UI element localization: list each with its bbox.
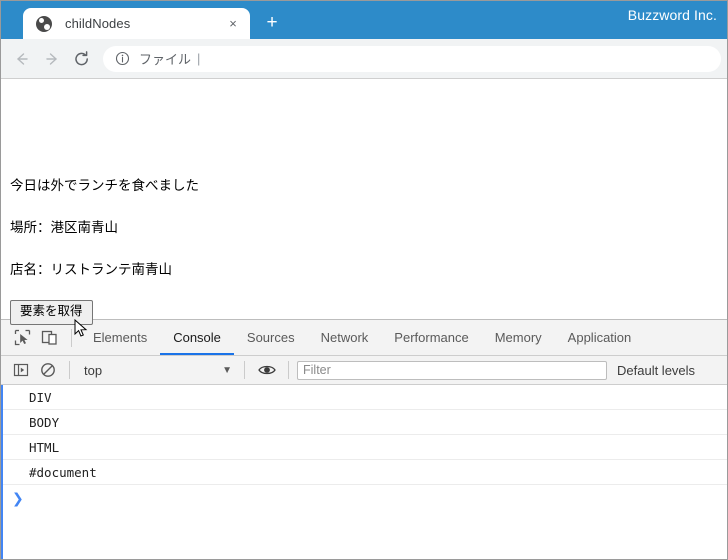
console-toolbar-divider-1 bbox=[69, 361, 70, 379]
browser-toolbar: ファイル | bbox=[1, 39, 727, 79]
tab-title: childNodes bbox=[65, 16, 131, 31]
console-accent-bar bbox=[1, 385, 3, 559]
prompt-arrow-icon: ❯ bbox=[12, 491, 24, 507]
brand-label: Buzzword Inc. bbox=[627, 7, 717, 23]
live-expression-icon[interactable] bbox=[253, 357, 280, 383]
forward-arrow-icon[interactable] bbox=[37, 45, 67, 73]
browser-titlebar: childNodes × + Buzzword Inc. bbox=[1, 1, 727, 39]
close-icon[interactable]: × bbox=[224, 15, 242, 33]
page-content: 今日は外でランチを食べました 場所：港区南青山 店名：リストランテ南青山 要素を… bbox=[1, 79, 727, 337]
console-context-label: top bbox=[84, 362, 103, 378]
address-text: ファイル bbox=[139, 52, 192, 67]
console-context-selector[interactable]: top ▼ bbox=[78, 363, 236, 378]
console-input-line[interactable]: ❯ bbox=[1, 485, 727, 513]
devtools-panel: Elements Console Sources Network Perform… bbox=[1, 319, 727, 559]
new-tab-button[interactable]: + bbox=[258, 9, 286, 37]
devtools-tabbar: Elements Console Sources Network Perform… bbox=[1, 320, 727, 356]
device-toolbar-icon[interactable] bbox=[36, 325, 63, 351]
console-toolbar-divider-3 bbox=[288, 361, 289, 379]
get-element-button[interactable]: 要素を取得 bbox=[10, 300, 93, 325]
tab-memory[interactable]: Memory bbox=[482, 320, 555, 355]
browser-window: childNodes × + Buzzword Inc. ファイル | 今日は外… bbox=[0, 0, 728, 560]
page-paragraph-2: 場所：港区南青山 bbox=[10, 220, 118, 235]
info-circle-icon bbox=[115, 51, 130, 66]
inspect-element-icon[interactable] bbox=[9, 325, 36, 351]
tab-application[interactable]: Application bbox=[555, 320, 645, 355]
console-message: DIV bbox=[1, 385, 727, 410]
tab-elements[interactable]: Elements bbox=[80, 320, 160, 355]
toolbar-divider bbox=[71, 328, 72, 347]
console-levels-selector[interactable]: Default levels bbox=[617, 363, 695, 378]
tab-console[interactable]: Console bbox=[160, 320, 234, 355]
console-output: DIV BODY HTML #document ❯ bbox=[1, 385, 727, 559]
tab-network[interactable]: Network bbox=[308, 320, 382, 355]
page-paragraph-1: 今日は外でランチを食べました bbox=[10, 178, 199, 193]
console-message: HTML bbox=[1, 435, 727, 460]
address-bar[interactable]: ファイル | bbox=[103, 45, 721, 72]
console-filter-input[interactable] bbox=[297, 360, 607, 380]
console-sidebar-icon[interactable] bbox=[7, 357, 34, 383]
tab-sources[interactable]: Sources bbox=[234, 320, 308, 355]
globe-icon bbox=[36, 15, 52, 32]
console-toolbar-divider-2 bbox=[244, 361, 245, 379]
tab-performance[interactable]: Performance bbox=[381, 320, 481, 355]
console-message: BODY bbox=[1, 410, 727, 435]
console-message: #document bbox=[1, 460, 727, 485]
clear-console-icon[interactable] bbox=[34, 357, 61, 383]
browser-tab[interactable]: childNodes × bbox=[23, 8, 250, 39]
back-arrow-icon[interactable] bbox=[7, 45, 37, 73]
reload-icon[interactable] bbox=[67, 45, 97, 73]
console-toolbar: top ▼ Default levels bbox=[1, 356, 727, 385]
chevron-down-icon: ▼ bbox=[222, 364, 232, 376]
page-paragraph-3: 店名：リストランテ南青山 bbox=[10, 262, 172, 277]
address-separator: | bbox=[197, 51, 201, 66]
